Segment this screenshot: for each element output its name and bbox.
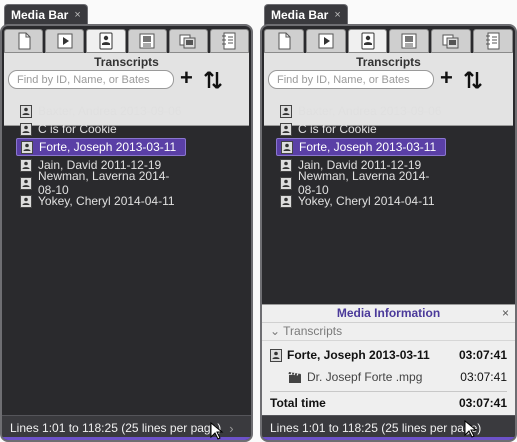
section-title: Transcripts — [356, 55, 421, 69]
list-item-label: C is for Cookie — [298, 122, 377, 136]
total-time-row: Total time 03:07:41 — [270, 391, 507, 414]
list-item-selected[interactable]: Forte, Joseph 2013-03-11 — [276, 138, 446, 156]
section-title: Transcripts — [94, 55, 159, 69]
notebook-icon[interactable] — [473, 29, 513, 53]
total-time-label: Total time — [270, 396, 326, 410]
list-item[interactable]: Baxter, Andrea 2013-09-06 — [276, 102, 446, 120]
transcript-list: Baxter, Andrea 2013-09-06 C is for Cooki… — [276, 102, 511, 210]
transcript-icon — [280, 158, 292, 172]
list-item[interactable]: Newman, Laverna 2014-08-10 — [16, 169, 186, 197]
media-bar-frame: Transcripts + Baxter, Andrea 2013-09-06 … — [260, 24, 517, 442]
media-bar-panel-right: Media Bar × Transcripts Find by ID, Name… — [260, 0, 517, 442]
media-information-header: Media Information × — [262, 305, 515, 323]
transcript-name: Forte, Joseph 2013-03-11 — [287, 348, 430, 362]
add-button[interactable]: + — [180, 67, 193, 89]
list-item[interactable]: C is for Cookie — [276, 120, 446, 138]
transcript-icon — [270, 348, 282, 362]
transcript-icon — [281, 140, 293, 154]
transcript-icon — [20, 158, 32, 172]
tab-title: Media Bar — [271, 8, 329, 22]
media-toolbar — [264, 29, 513, 53]
close-icon[interactable]: × — [74, 9, 80, 21]
media-bar-tab[interactable]: Media Bar × — [4, 4, 88, 25]
media-bar-tab[interactable]: Media Bar × — [264, 4, 348, 25]
list-item[interactable]: Newman, Laverna 2014-08-10 — [276, 169, 446, 197]
mouse-cursor-icon — [210, 422, 224, 440]
status-text: Lines 1:01 to 118:25 (25 lines per page) — [270, 421, 482, 435]
notebook-icon[interactable] — [209, 29, 250, 53]
transcript-icon — [20, 104, 32, 118]
mouse-cursor-icon — [464, 420, 478, 438]
media-bar-frame: Transcripts + Baxter, Andrea 2013-09-06 … — [0, 24, 253, 442]
list-item-label: Yokey, Cheryl 2014-04-11 — [38, 194, 175, 208]
transcript-icon — [20, 194, 32, 208]
search-input[interactable] — [268, 70, 434, 89]
clapperboard-icon — [288, 371, 301, 383]
video-icon[interactable] — [45, 29, 85, 53]
document-icon[interactable] — [4, 29, 44, 53]
section-label: Transcripts — [283, 324, 343, 338]
media-file-row[interactable]: Dr. Josepf Forte .mpg 03:07:41 — [288, 368, 507, 386]
transcripts-section-toggle[interactable]: ⌄ Transcripts — [262, 323, 515, 341]
transcript-info-row[interactable]: Forte, Joseph 2013-03-11 03:07:41 — [270, 346, 507, 364]
list-item-label: Baxter, Andrea 2013-09-06 — [298, 104, 442, 118]
media-toolbar — [4, 29, 250, 53]
list-item-label: Forte, Joseph 2013-03-11 — [299, 140, 437, 154]
list-item-label: Yokey, Cheryl 2014-04-11 — [298, 194, 435, 208]
search-input[interactable] — [8, 70, 174, 89]
chevron-down-icon: ⌄ — [270, 324, 284, 338]
transcript-icon — [280, 176, 292, 190]
transcript-icon[interactable] — [347, 29, 388, 53]
list-item[interactable]: Baxter, Andrea 2013-09-06 — [16, 102, 186, 120]
transcript-duration: 03:07:41 — [458, 348, 507, 362]
status-text: Lines 1:01 to 118:25 (25 lines per page) — [10, 421, 222, 435]
clips-icon[interactable] — [168, 29, 208, 53]
list-item-label: C is for Cookie — [38, 122, 117, 136]
transcript-icon — [20, 122, 32, 136]
list-item[interactable]: Yokey, Cheryl 2014-04-11 — [276, 192, 446, 210]
close-icon[interactable]: × — [334, 9, 340, 21]
video-icon[interactable] — [305, 29, 346, 53]
transcript-list: Baxter, Andrea 2013-09-06 C is for Cooki… — [16, 102, 247, 210]
close-icon[interactable]: × — [502, 305, 509, 322]
media-information-title: Media Information — [336, 306, 441, 320]
transcript-icon — [280, 194, 292, 208]
list-item-label: Newman, Laverna 2014-08-10 — [38, 169, 170, 197]
transcript-icon[interactable] — [86, 29, 126, 53]
total-time-value: 03:07:41 — [458, 396, 507, 410]
document-icon[interactable] — [264, 29, 304, 53]
transcript-icon — [280, 104, 292, 118]
list-item-label: Baxter, Andrea 2013-09-06 — [38, 104, 182, 118]
tab-title: Media Bar — [11, 8, 69, 22]
media-information-panel: Media Information × ⌄ Transcripts Forte,… — [262, 304, 515, 416]
list-item-label: Forte, Joseph 2013-03-11 — [39, 140, 177, 154]
add-button[interactable]: + — [440, 67, 453, 89]
media-file-name: Dr. Josepf Forte .mpg — [307, 370, 423, 384]
sort-icon[interactable] — [202, 69, 224, 91]
media-file-duration: 03:07:41 — [460, 370, 507, 384]
list-item[interactable]: C is for Cookie — [16, 120, 186, 138]
sort-icon[interactable] — [462, 69, 484, 91]
transcript-icon — [280, 122, 292, 136]
media-bar-panel-left: Media Bar × Transcripts Find by ID, Name… — [0, 0, 253, 442]
clips-icon[interactable] — [431, 29, 472, 53]
exhibit-icon[interactable] — [389, 29, 430, 53]
list-item-label: Newman, Laverna 2014-08-10 — [298, 169, 430, 197]
exhibit-icon[interactable] — [127, 29, 167, 53]
list-item[interactable]: Yokey, Cheryl 2014-04-11 — [16, 192, 186, 210]
chevron-right-icon[interactable]: › — [229, 421, 233, 436]
transcript-icon — [21, 140, 33, 154]
transcript-icon — [20, 176, 32, 190]
list-item-selected[interactable]: Forte, Joseph 2013-03-11 — [16, 138, 186, 156]
